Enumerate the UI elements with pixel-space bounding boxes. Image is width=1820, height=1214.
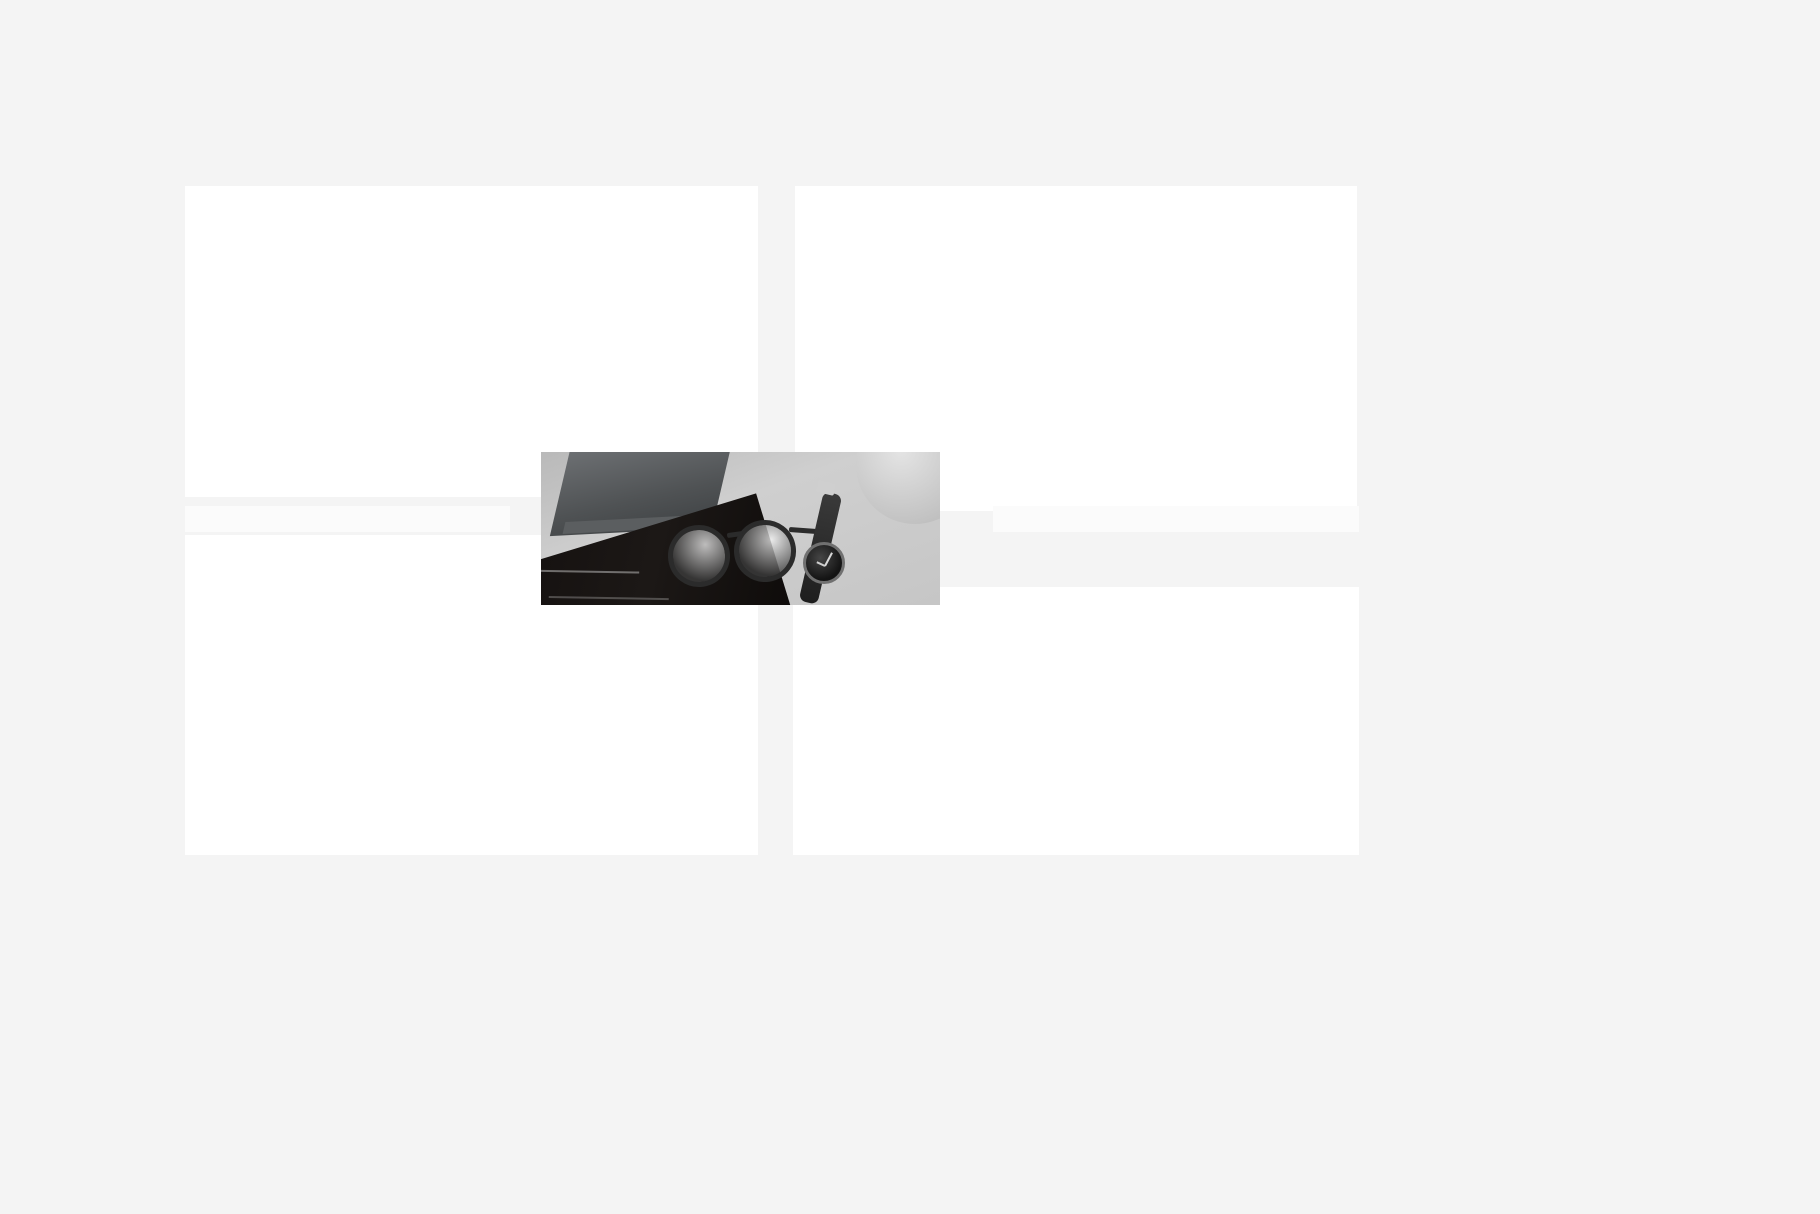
right-accent-strip	[993, 506, 1359, 532]
left-accent-strip	[185, 506, 510, 532]
slide-canvas	[0, 0, 1820, 1214]
photo-watch-face	[803, 542, 845, 584]
photo-sunglasses-temple	[788, 527, 818, 534]
photo-plate-shape	[856, 452, 940, 524]
photo-watch-buckle	[815, 480, 837, 496]
top-left-thin-icon-panel	[185, 186, 758, 497]
bottom-right-solid-panel	[793, 587, 1359, 855]
hero-photo	[541, 452, 940, 605]
